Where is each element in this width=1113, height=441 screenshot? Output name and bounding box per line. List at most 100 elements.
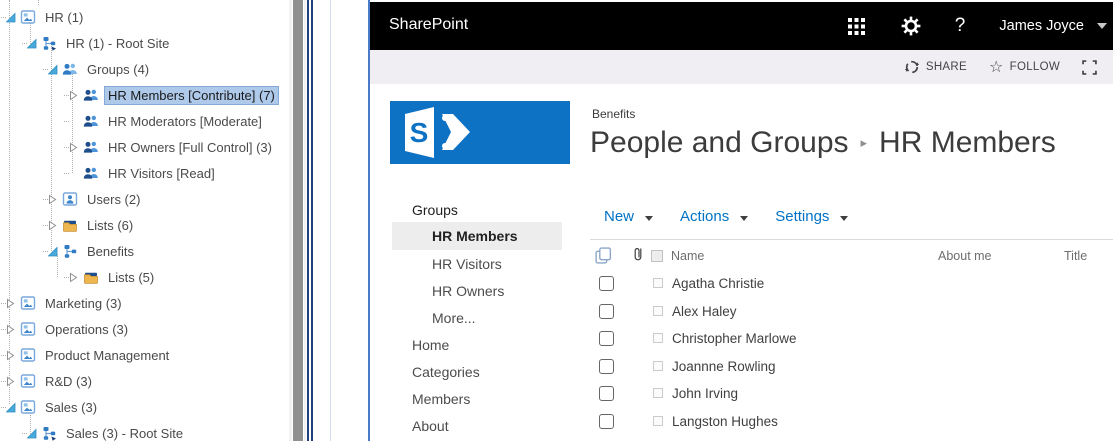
expand-arrow-icon[interactable] (6, 375, 17, 387)
suite-bar-right: ? James Joyce (848, 2, 1107, 50)
tree-node[interactable]: HR (1) - Root Site (0, 30, 173, 56)
tree-node-label[interactable]: Sales (3) - Root Site (62, 424, 187, 441)
tree-node[interactable]: Lists (6) (0, 212, 137, 238)
nav-item-about[interactable]: About (412, 418, 449, 434)
tree-node[interactable]: HR Members [Contribute] (7) (0, 82, 279, 108)
tree-node-label[interactable]: Sales (3) (41, 398, 101, 417)
tree-node-label[interactable]: HR (1) - Root Site (62, 34, 173, 53)
member-name-link[interactable]: John Irving (672, 386, 738, 401)
site-breadcrumb[interactable]: Benefits (592, 107, 635, 121)
header-checkbox[interactable] (651, 250, 663, 262)
member-name-link[interactable]: Alex Haley (672, 304, 737, 319)
site-icon (20, 347, 36, 363)
tree-node-label[interactable]: Users (2) (83, 190, 144, 209)
column-header-about-me[interactable]: About me (938, 249, 992, 263)
expand-arrow-icon[interactable] (69, 141, 80, 153)
sharepoint-logo[interactable]: S (390, 101, 570, 169)
tree-node[interactable]: R&D (3) (0, 368, 96, 394)
help-icon[interactable]: ? (955, 15, 966, 37)
tree-node[interactable]: HR Owners [Full Control] (3) (0, 134, 276, 160)
tree-node[interactable]: HR Visitors [Read] (0, 160, 219, 186)
user-menu-caret-icon[interactable] (1097, 23, 1107, 29)
tree-node[interactable]: Sales (3) (0, 394, 101, 420)
menu-actions[interactable]: Actions (680, 208, 748, 225)
tree-node[interactable]: HR Moderators [Moderate] (0, 108, 266, 134)
app-launcher-icon[interactable] (848, 18, 865, 35)
collapse-arrow-icon[interactable] (6, 11, 17, 23)
nav-item-categories[interactable]: Categories (412, 364, 480, 380)
tree-node-label[interactable]: HR Moderators [Moderate] (104, 112, 266, 131)
nav-item-more[interactable]: More... (432, 310, 476, 326)
nav-item-hr-visitors[interactable]: HR Visitors (432, 256, 502, 272)
tree-node[interactable]: Groups (4) (0, 56, 153, 82)
follow-button[interactable]: ☆ FOLLOW (989, 59, 1060, 75)
tree-node[interactable]: Benefits (0, 238, 138, 264)
user-menu[interactable]: James Joyce (999, 18, 1084, 34)
member-name-link[interactable]: Joannne Rowling (672, 359, 776, 374)
tree-node-label[interactable]: Lists (5) (104, 268, 158, 287)
tree-node[interactable]: HR (1) (0, 4, 87, 30)
member-name-link[interactable]: Christopher Marlowe (672, 331, 797, 346)
window-border (307, 0, 309, 441)
tree-node-label[interactable]: Operations (3) (41, 320, 132, 339)
tree-node-label[interactable]: Benefits (83, 242, 138, 261)
nav-item-members[interactable]: Members (412, 391, 470, 407)
share-button[interactable]: SHARE (904, 59, 967, 75)
row-checkbox[interactable] (599, 276, 614, 291)
tree-node[interactable]: Marketing (3) (0, 290, 126, 316)
focus-mode-button[interactable] (1082, 60, 1103, 75)
tree-node-label[interactable]: Product Management (41, 346, 173, 365)
column-header-title[interactable]: Title (1064, 249, 1087, 263)
nav-item-home[interactable]: Home (412, 337, 449, 353)
nav-item-hr-members[interactable]: HR Members (392, 222, 562, 250)
row-checkbox[interactable] (599, 304, 614, 319)
tree-node-label[interactable]: HR Owners [Full Control] (3) (104, 138, 276, 157)
tree-node[interactable]: Operations (3) (0, 316, 132, 342)
expand-arrow-icon[interactable] (6, 349, 17, 361)
nav-item-groups[interactable]: Groups (412, 202, 458, 218)
tree-node[interactable]: Users (2) (0, 186, 144, 212)
menu-new[interactable]: New (604, 208, 653, 225)
page-title-main[interactable]: People and Groups (590, 126, 849, 159)
row-checkbox[interactable] (599, 386, 614, 401)
collapse-arrow-icon[interactable] (6, 401, 17, 413)
folder-icon (62, 217, 78, 233)
menu-settings[interactable]: Settings (775, 208, 848, 225)
site-icon (20, 399, 36, 415)
tree-node-label[interactable]: Lists (6) (83, 216, 137, 235)
follow-label: FOLLOW (1010, 61, 1060, 73)
tree-node-label[interactable]: Groups (4) (83, 60, 153, 79)
tree-scrollbar[interactable] (292, 0, 304, 441)
collapse-arrow-icon[interactable] (27, 37, 38, 49)
folder-icon (83, 269, 99, 285)
tree-node-label[interactable]: HR Visitors [Read] (104, 164, 219, 183)
column-header-name[interactable]: Name (671, 249, 704, 263)
list-toolbar: New Actions Settings (604, 208, 875, 225)
collapse-arrow-icon[interactable] (48, 63, 59, 75)
row-checkbox[interactable] (599, 414, 614, 429)
collapse-arrow-icon[interactable] (48, 245, 59, 257)
row-checkbox[interactable] (599, 359, 614, 374)
tree-node-label[interactable]: HR Members [Contribute] (7) (104, 86, 279, 105)
nav-item-hr-owners[interactable]: HR Owners (432, 283, 504, 299)
expand-arrow-icon[interactable] (48, 219, 59, 231)
tree-node-label[interactable]: HR (1) (41, 8, 87, 27)
expand-arrow-icon[interactable] (6, 297, 17, 309)
expand-arrow-icon[interactable] (6, 323, 17, 335)
row-checkbox[interactable] (599, 331, 614, 346)
member-name-link[interactable]: Langston Hughes (672, 414, 778, 429)
expand-arrow-icon[interactable] (69, 89, 80, 101)
tree-node[interactable]: Lists (5) (0, 264, 158, 290)
suite-brand: SharePoint (389, 16, 468, 34)
tree-node-label[interactable]: Marketing (3) (41, 294, 126, 313)
tree-node-label[interactable]: R&D (3) (41, 372, 96, 391)
settings-gear-icon[interactable] (901, 16, 921, 36)
suite-bar: SharePoint (370, 2, 1113, 50)
expand-arrow-icon[interactable] (48, 193, 59, 205)
tree-node[interactable]: Sales (3) - Root Site (0, 420, 187, 441)
collapse-arrow-icon[interactable] (27, 427, 38, 439)
tree-node[interactable]: Product Management (0, 342, 173, 368)
member-name-link[interactable]: Agatha Christie (672, 276, 764, 291)
hierarchy-root-icon (41, 425, 57, 441)
expand-arrow-icon[interactable] (69, 271, 80, 283)
